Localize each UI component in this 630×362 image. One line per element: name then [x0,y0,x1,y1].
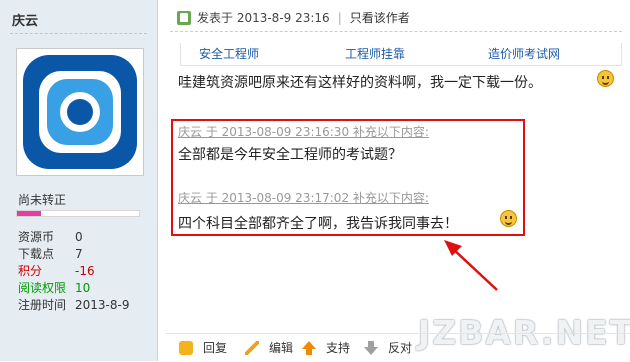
oppose-button[interactable]: 反对 [364,339,412,356]
post-time: 发表于 2013-8-9 23:16 [197,11,330,25]
support-arrow-icon [302,340,316,355]
meta-separator: | [337,10,342,25]
stat-value: 7 [75,247,83,261]
edit-button[interactable]: 编辑 [245,339,293,356]
reply-icon [179,340,193,355]
stat-row-download-points: 下载点 7 [18,246,129,263]
supplement-text: 全部都是今年安全工程师的考试题？ [178,147,402,163]
user-stats: 资源币 0 下载点 7 积分 -16 阅读权限 10 注册时间 2013-8-9 [18,229,129,314]
avatar[interactable] [16,48,144,176]
stat-key: 下载点 [18,247,55,261]
stat-key: 注册时间 [18,298,67,312]
user-sidebar: 庆云 尚未转正 资源币 0 下载点 7 积分 -16 阅读权限 10 注册时间 … [0,0,158,361]
reply-button[interactable]: 回复 [179,339,227,356]
online-icon [177,10,191,25]
edit-icon [245,340,259,355]
oppose-arrow-icon [364,340,378,355]
ad-link-safety-engineer[interactable]: 安全工程师 [199,45,259,62]
smiley-icon [500,210,517,227]
stat-key: 资源币 [18,230,55,244]
stat-key: 阅读权限 [18,281,67,295]
only-author-link[interactable]: 只看该作者 [350,9,410,26]
stat-key: 积分 [18,264,43,278]
stat-row-points: 积分 -16 [18,263,129,280]
sidebar-divider [10,33,147,34]
smiley-icon [597,70,614,87]
stat-row-registered: 注册时间 2013-8-9 [18,297,129,314]
ad-link-engineer-affiliation[interactable]: 工程师挂靠 [345,45,405,62]
stat-row-coins: 资源币 0 [18,229,129,246]
stat-value: 2013-8-9 [75,298,130,312]
supplement-meta: 庆云 于 2013-08-09 23:17:02 补充以下内容: [178,191,429,205]
ad-link-cost-engineer-exam[interactable]: 造价师考试网 [488,45,560,62]
edit-label: 编辑 [269,341,294,355]
stat-value: 0 [75,230,83,244]
avatar-image [23,55,137,169]
rank-progress-fill [17,211,42,216]
support-label: 支持 [326,341,351,355]
post-actions: 回复 编辑 支持 反对 [165,333,630,362]
stat-value: -16 [75,264,95,278]
username[interactable]: 庆云 [12,10,38,29]
post-content: 哇建筑资源吧原来还有这样好的资料啊，我一定下载一份。 [178,75,542,91]
stat-row-read-permission: 阅读权限 10 [18,280,129,297]
supplement-meta: 庆云 于 2013-08-09 23:16:30 补充以下内容: [178,125,429,139]
supplement-text: 四个科目全部都齐全了啊，我告诉我同事去！ [178,216,458,232]
support-button[interactable]: 支持 [302,339,350,356]
oppose-label: 反对 [388,341,413,355]
reply-label: 回复 [203,341,228,355]
user-rank: 尚未转正 [18,193,67,207]
meta-divider [170,31,622,32]
stat-value: 10 [75,281,91,295]
rank-progress-bar [16,210,140,217]
post-meta: 发表于 2013-8-9 23:16 | 只看该作者 [177,9,410,26]
ad-links: 安全工程师 工程师挂靠 造价师考试网 [180,43,622,66]
